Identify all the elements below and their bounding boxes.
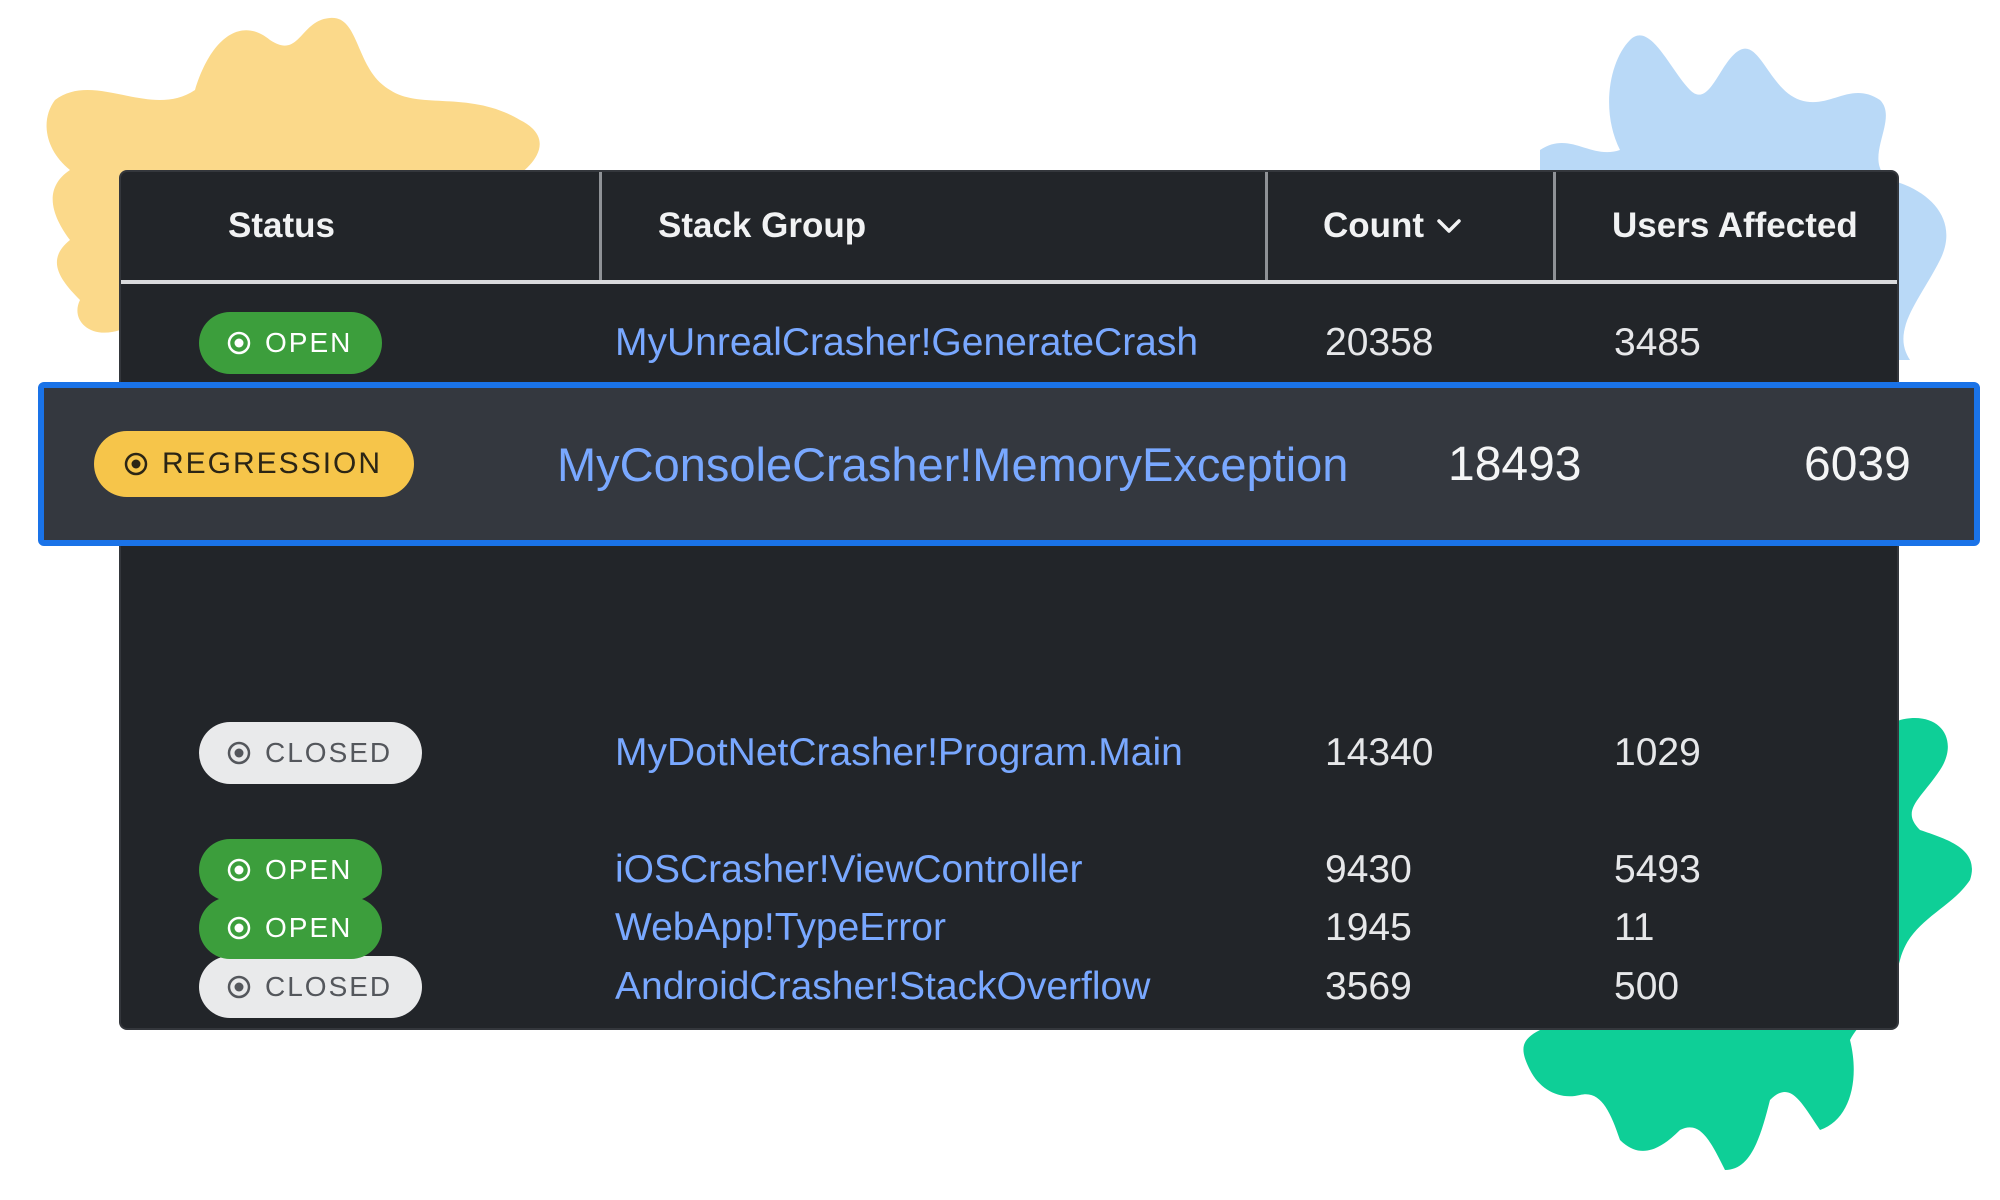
status-circle-icon <box>227 916 251 939</box>
count-value: 18493 <box>1448 437 1582 491</box>
status-badge-label: REGRESSION <box>162 447 383 480</box>
count-cell: 1945 <box>1325 869 1412 986</box>
users-affected-column-header[interactable]: Users Affected <box>1612 172 1858 280</box>
column-divider[interactable] <box>599 172 602 280</box>
status-circle-icon <box>227 741 251 764</box>
status-column-header[interactable]: Status <box>228 172 335 280</box>
stack-group-link[interactable]: WebApp!TypeError <box>615 906 946 950</box>
status-header-label: Status <box>228 206 335 245</box>
count-cell: 14340 <box>1325 694 1433 811</box>
status-badge: REGRESSION <box>94 431 415 497</box>
column-divider[interactable] <box>1553 172 1556 280</box>
users-affected-value: 1029 <box>1614 730 1701 774</box>
stack-group-cell: WebApp!TypeError <box>615 869 946 986</box>
count-value: 1945 <box>1325 905 1412 949</box>
count-header-label: Count <box>1323 206 1425 245</box>
status-circle-icon <box>124 452 148 476</box>
users-affected-header-label: Users Affected <box>1612 206 1858 245</box>
users-affected-value: 11 <box>1614 905 1655 949</box>
stack-group-cell: MyConsoleCrasher!MemoryException <box>557 388 1348 540</box>
status-cell: OPEN <box>199 869 383 986</box>
stack-group-link[interactable]: MyUnrealCrasher!GenerateCrash <box>615 321 1198 365</box>
status-badge: CLOSED <box>199 721 423 784</box>
table-row[interactable]: CLOSED MyDotNetCrasher!Program.Main 1434… <box>121 694 1897 811</box>
status-cell: CLOSED <box>199 694 423 811</box>
table-header: Status Stack Group Count Users Affected <box>121 172 1897 284</box>
stack-group-link[interactable]: MyDotNetCrasher!Program.Main <box>615 731 1183 775</box>
stack-group-cell: MyDotNetCrasher!Program.Main <box>615 694 1183 811</box>
status-badge-label: CLOSED <box>265 736 393 768</box>
users-affected-cell: 6039 <box>1804 388 1911 540</box>
stack-group-header-label: Stack Group <box>658 206 867 245</box>
users-affected-cell: 1029 <box>1614 694 1701 811</box>
status-circle-icon <box>227 331 251 354</box>
users-affected-value: 3485 <box>1614 320 1701 364</box>
count-cell: 18493 <box>1448 388 1581 540</box>
status-cell: REGRESSION <box>94 388 415 540</box>
status-badge-label: OPEN <box>265 911 353 943</box>
count-value: 20358 <box>1325 320 1434 364</box>
count-column-header[interactable]: Count <box>1323 172 1462 280</box>
users-affected-cell: 11 <box>1614 869 1655 986</box>
table-row[interactable]: OPEN WebApp!TypeError 1945 11 <box>121 869 1897 986</box>
chevron-down-icon <box>1437 219 1461 233</box>
stack-group-column-header[interactable]: Stack Group <box>658 172 866 280</box>
status-badge-label: OPEN <box>265 326 353 358</box>
status-badge: OPEN <box>199 311 383 374</box>
stack-group-link[interactable]: MyConsoleCrasher!MemoryException <box>557 437 1348 492</box>
column-divider[interactable] <box>1265 172 1268 280</box>
highlighted-table-row[interactable]: REGRESSION MyConsoleCrasher!MemoryExcept… <box>38 382 1980 546</box>
users-affected-value: 6039 <box>1804 437 1911 491</box>
count-value: 14340 <box>1325 730 1434 774</box>
status-badge: OPEN <box>199 896 383 959</box>
